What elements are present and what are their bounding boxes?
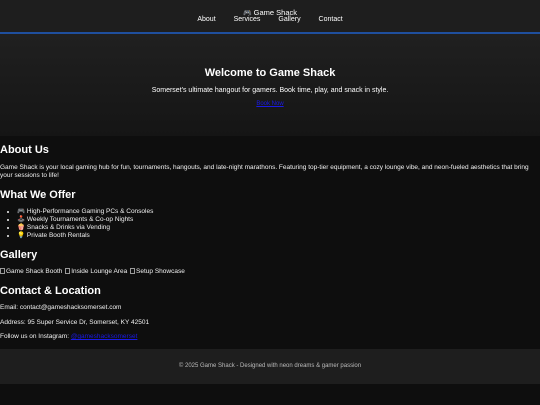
contact-heading: Contact & Location [0, 285, 101, 297]
gallery-images: Game Shack Booth Inside Lounge Area Setu… [0, 268, 186, 275]
hero-cta: Book Now [0, 101, 540, 107]
about-heading: About Us [0, 144, 49, 156]
contact-instagram: Follow us on Instagram: @gameshacksomers… [0, 333, 137, 341]
site-header: 🎮 Game Shack About Services Gallery Conta… [0, 0, 540, 34]
broken-image-icon [0, 268, 5, 274]
gamepad-icon: 🎮 [17, 208, 26, 215]
offers-heading: What We Offer [0, 189, 76, 201]
contact-address: Address: 95 Super Service Dr, Somerset, … [0, 319, 150, 326]
popcorn-icon: 🍿 [17, 224, 26, 231]
gallery-heading: Gallery [0, 249, 38, 261]
offer-text: Private Booth Rentals [26, 232, 90, 239]
offer-text: Weekly Tournaments & Co-op Nights [26, 216, 134, 223]
offer-item: 🕹️ Weekly Tournaments & Co-op Nights [17, 216, 153, 224]
main-nav: About Services Gallery Contact [0, 16, 540, 23]
broken-image-icon [130, 268, 136, 274]
nav-services-link[interactable]: Services [234, 16, 261, 23]
broken-image-icon [65, 268, 71, 274]
book-now-link[interactable]: Book Now [256, 101, 283, 107]
nav-contact-link[interactable]: Contact [319, 16, 343, 23]
offer-text: Snacks & Drinks via Vending [26, 224, 111, 231]
hero-section: Welcome to Game Shack Somerset's ultimat… [0, 34, 540, 136]
hero-title: Welcome to Game Shack [204, 67, 336, 79]
gallery-image-booth: Game Shack Booth [6, 268, 63, 275]
offers-list: 🎮 High-Performance Gaming PCs & Consoles… [0, 208, 153, 240]
gallery-image-lounge: Inside Lounge Area [71, 268, 128, 275]
footer-text: © 2025 Game Shack - Designed with neon d… [178, 363, 362, 369]
joystick-icon: 🕹️ [17, 216, 26, 223]
contact-email: Email: contact@gameshacksomerset.com [0, 304, 122, 311]
gallery-image-setup: Setup Showcase [136, 268, 185, 275]
offer-item: 💡 Private Booth Rentals [17, 232, 153, 240]
lightbulb-icon: 💡 [17, 232, 26, 239]
hero-tagline: Somerset's ultimate hangout for gamers. … [151, 87, 389, 94]
nav-gallery-link[interactable]: Gallery [278, 16, 300, 23]
about-text: Game Shack is your local gaming hub for … [0, 164, 529, 179]
offer-item: 🎮 High-Performance Gaming PCs & Consoles [17, 208, 153, 216]
instagram-link[interactable]: @gameshacksomerset [71, 333, 138, 340]
site-footer: © 2025 Game Shack - Designed with neon d… [0, 349, 540, 384]
instagram-label: Follow us on Instagram: [0, 333, 71, 340]
offer-item: 🍿 Snacks & Drinks via Vending [17, 224, 153, 232]
nav-about-link[interactable]: About [197, 16, 215, 23]
offer-text: High-Performance Gaming PCs & Consoles [26, 208, 154, 215]
